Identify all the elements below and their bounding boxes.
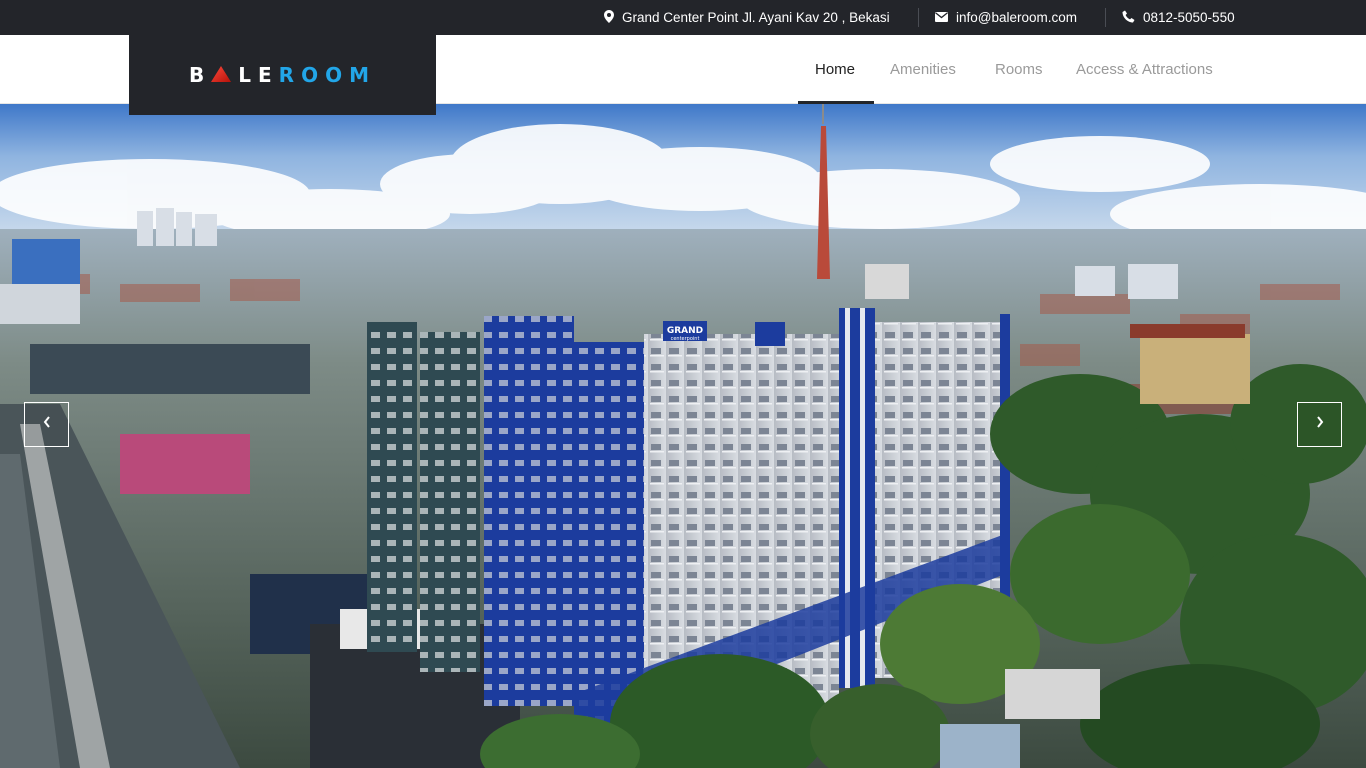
email-link[interactable]: info@baleroom.com	[956, 10, 1077, 25]
chevron-right-icon	[1315, 415, 1325, 434]
top-info-bar: Grand Center Point Jl. Ayani Kav 20 , Be…	[0, 0, 1366, 35]
nav-item-rooms[interactable]: Rooms	[995, 35, 1043, 104]
nav-item-home[interactable]: Home	[815, 35, 855, 104]
address-info: Grand Center Point Jl. Ayani Kav 20 , Be…	[604, 0, 890, 35]
nav-item-access-attractions[interactable]: Access & Attractions	[1076, 35, 1213, 104]
phone-info[interactable]: 0812-5050-550	[1122, 0, 1235, 35]
nav-item-amenities[interactable]: Amenities	[890, 35, 956, 104]
logo-wordmark: B LE ROOM	[189, 63, 376, 87]
map-marker-icon	[604, 9, 622, 26]
chevron-left-icon	[42, 415, 52, 434]
phone-icon	[1122, 10, 1143, 26]
building-sign: GRAND	[667, 326, 703, 336]
slider-next-button[interactable]	[1297, 402, 1342, 447]
slider-prev-button[interactable]	[24, 402, 69, 447]
envelope-icon	[935, 10, 956, 25]
divider	[1105, 8, 1106, 27]
nav-active-indicator	[798, 101, 874, 104]
building-sign-sub: centerpoint	[671, 336, 700, 342]
address-text: Grand Center Point Jl. Ayani Kav 20 , Be…	[622, 10, 890, 25]
logo-triangle-icon	[211, 63, 232, 87]
hero-image: GRAND centerpoint	[0, 104, 1366, 768]
phone-link[interactable]: 0812-5050-550	[1143, 10, 1235, 25]
divider	[918, 8, 919, 27]
site-logo[interactable]: B LE ROOM	[129, 35, 436, 115]
hero-slider: GRAND centerpoint	[0, 104, 1366, 768]
email-info[interactable]: info@baleroom.com	[935, 0, 1077, 35]
